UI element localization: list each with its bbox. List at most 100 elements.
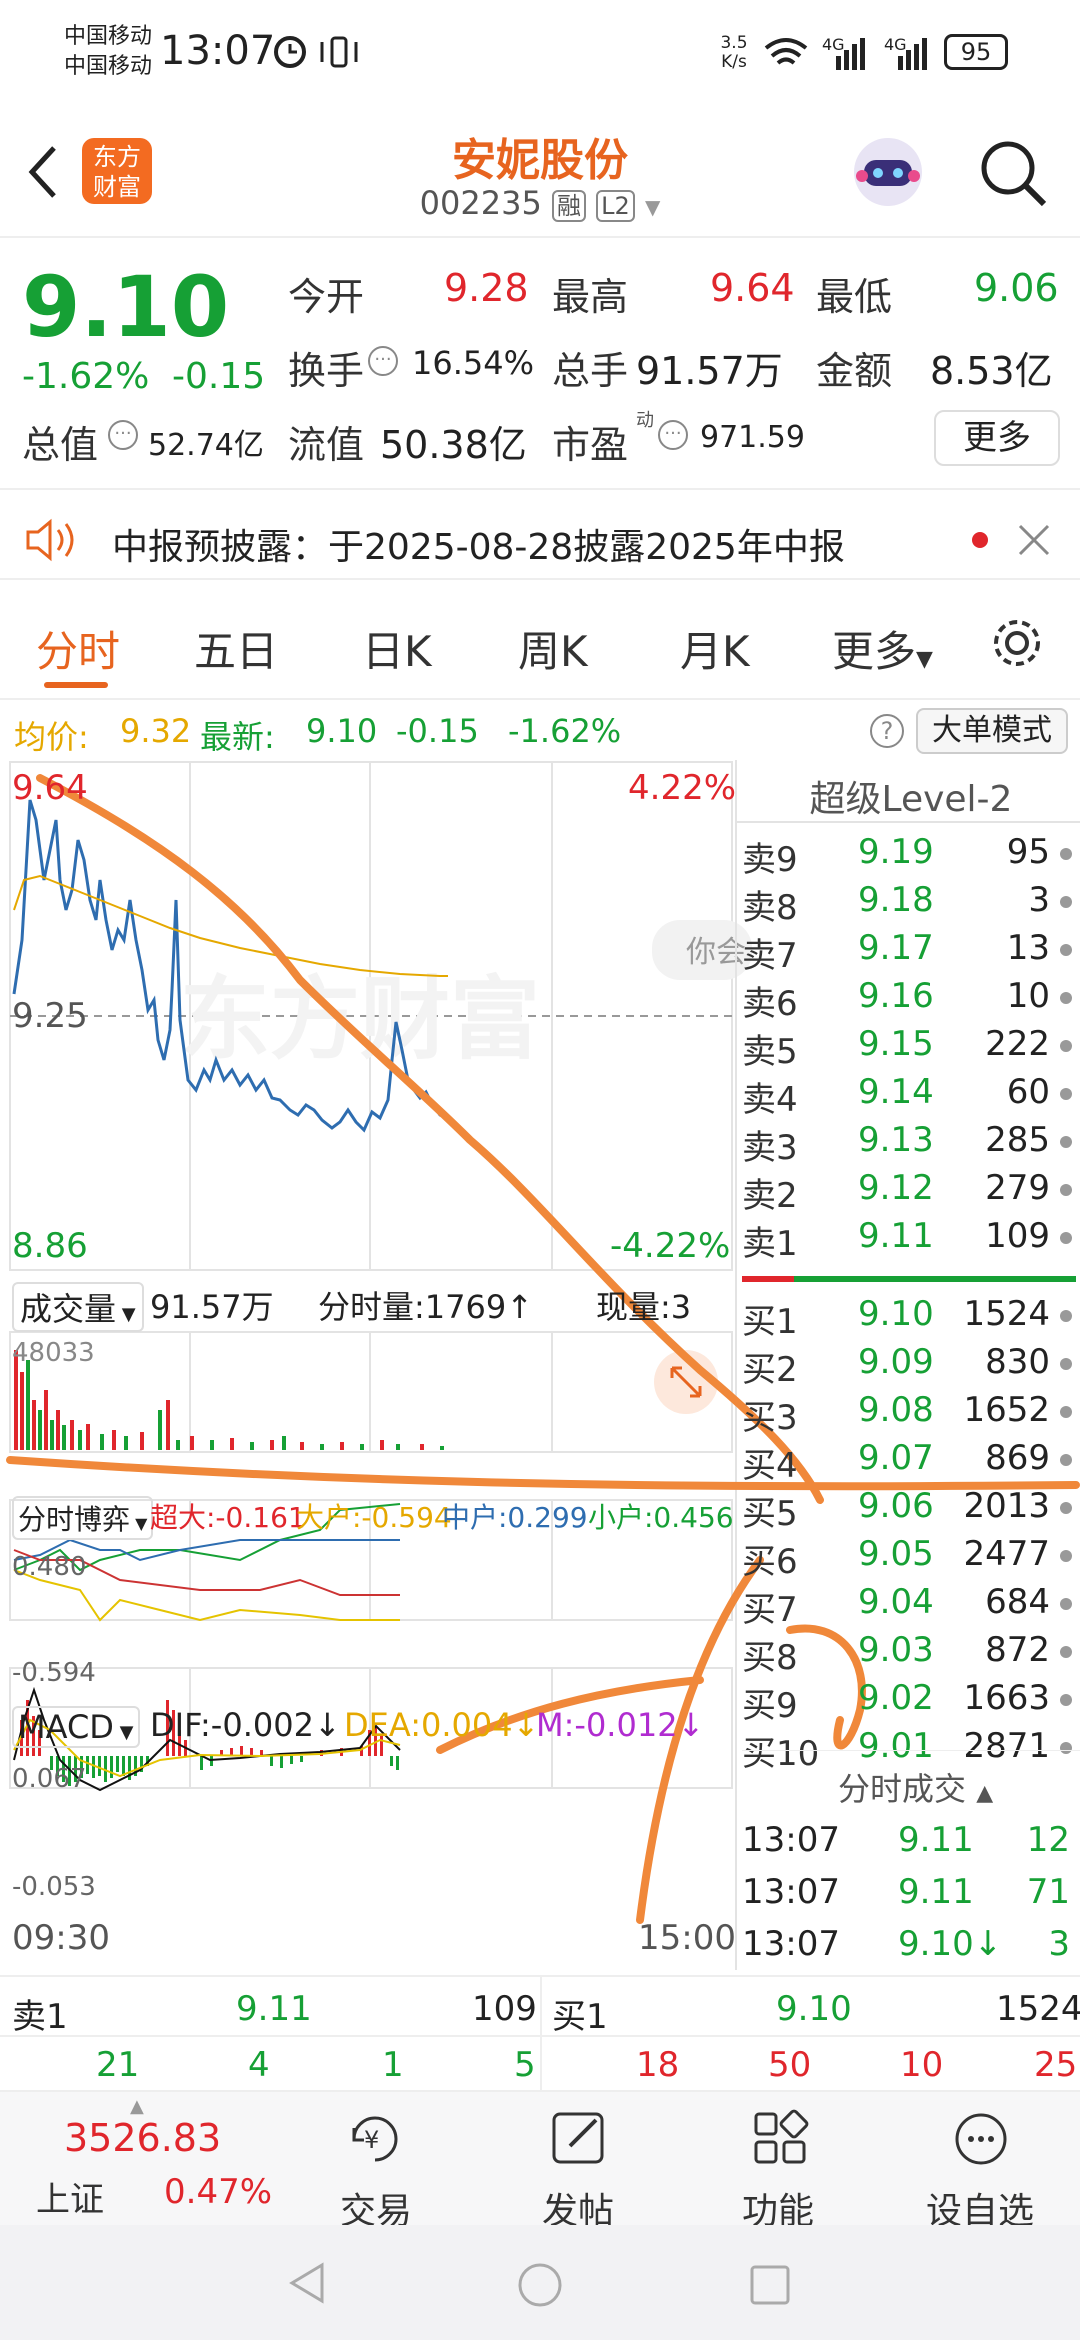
tab-daily-k[interactable]: 日K (362, 618, 432, 679)
game-top-label: 0.480 (12, 1552, 87, 1582)
order-book-row[interactable]: 买2 9.09 830 (742, 1342, 1080, 1390)
order-book-row[interactable]: 卖3 9.13 285 (742, 1120, 1080, 1168)
info-dots-icon[interactable]: ··· (108, 420, 138, 450)
order-dot (1060, 1742, 1072, 1754)
order-book-row[interactable]: 卖4 9.14 60 (742, 1072, 1080, 1120)
order-book-row[interactable]: 买1 9.10 1524 (742, 1294, 1080, 1342)
trades-title[interactable]: 分时成交 ▲ (838, 1764, 993, 1810)
add-watchlist-icon[interactable] (948, 2106, 1014, 2172)
tab-five-day[interactable]: 五日 (194, 618, 278, 679)
function-grid-icon[interactable] (748, 2106, 814, 2172)
order-price: 9.05 (858, 1534, 934, 1574)
order-price: 9.11 (858, 1216, 934, 1256)
price-line (12, 799, 449, 1133)
big-order-mode-button[interactable]: 大单模式 (916, 708, 1068, 754)
order-volume: 109 (985, 1216, 1050, 1256)
macd-selector[interactable]: MACD ▼ (12, 1706, 140, 1748)
trade-price: 9.11 (898, 1820, 974, 1860)
latest-value: 9.10 (306, 712, 378, 750)
status-time: 13:07 (160, 28, 276, 74)
order-price: 9.10 (858, 1294, 934, 1334)
bottom-quote-bar: 卖1 9.11 109 买1 9.10 1524 21 4 1 5 18 50 … (0, 1975, 1080, 2092)
macd-header: MACD ▼ DIF:-0.002↓ DEA:0.004↓ M:-0.012↓ (0, 1700, 736, 1750)
order-book-row[interactable]: 卖7 9.17 13 (742, 928, 1080, 976)
system-nav (0, 2225, 1080, 2340)
trade-yen-icon[interactable]: ¥ (342, 2106, 408, 2172)
info-dots-icon[interactable]: ··· (658, 420, 688, 450)
trade-volume: 12 (1026, 1820, 1070, 1860)
order-volume: 10 (1006, 976, 1050, 1016)
game-selector[interactable]: 分时博弈 ▼ (12, 1496, 154, 1540)
g1-0: 21 (96, 2045, 140, 2085)
order-book-row[interactable]: 买6 9.05 2477 (742, 1534, 1080, 1582)
level2-title[interactable]: 超级Level-2 (742, 770, 1080, 822)
tab-monthly-k[interactable]: 月K (680, 618, 750, 679)
order-dot (1060, 1184, 1072, 1196)
close-icon[interactable] (1016, 522, 1052, 558)
level2-badge: L2 (596, 190, 635, 222)
high-label: 最高 (552, 275, 629, 319)
tab-weekly-k[interactable]: 周K (518, 618, 588, 679)
order-book-row[interactable]: 买7 9.04 684 (742, 1582, 1080, 1630)
time-start-label: 09:30 (12, 1918, 110, 1958)
order-book-row[interactable]: 卖1 9.11 109 (742, 1216, 1080, 1264)
home-circle-icon[interactable] (516, 2261, 564, 2309)
order-volume: 872 (985, 1630, 1050, 1670)
tab-more[interactable]: 更多▼ (832, 618, 933, 679)
recents-square-icon[interactable] (748, 2263, 792, 2307)
help-icon[interactable]: ? (870, 714, 904, 748)
macd-m: M:-0.012↓ (536, 1706, 705, 1744)
g1-1: 4 (248, 2045, 270, 2085)
ask-bid-split-red (742, 1276, 794, 1282)
order-book-row[interactable]: 卖5 9.15 222 (742, 1024, 1080, 1072)
price-info-bar: 均价: 9.32 最新: 9.10 -0.15 -1.62% ? 大单模式 (0, 702, 1080, 762)
order-book-row[interactable]: 买5 9.06 2013 (742, 1486, 1080, 1534)
margin-badge: 融 (551, 190, 586, 222)
game-bottom-label: -0.594 (12, 1658, 96, 1688)
order-label: 卖8 (742, 888, 798, 928)
game-mid: 中户:0.299 (442, 1501, 588, 1534)
volume-value: 91.57万 (636, 349, 783, 393)
index-pct: 0.47% (164, 2172, 273, 2212)
order-label: 买7 (742, 1590, 798, 1630)
trade-row: 13:07 9.11 71 (742, 1872, 1080, 1920)
order-book-row[interactable]: 买9 9.02 1663 (742, 1678, 1080, 1726)
volume-selector[interactable]: 成交量 ▼ (12, 1282, 144, 1332)
order-volume: 2013 (963, 1486, 1050, 1526)
order-dot (1060, 1694, 1072, 1706)
macd-dea: DEA:0.004↓ (344, 1706, 540, 1744)
order-book-row[interactable]: 买3 9.08 1652 (742, 1390, 1080, 1438)
order-book-row[interactable]: 卖6 9.16 10 (742, 976, 1080, 1024)
order-volume: 1652 (963, 1390, 1050, 1430)
order-book-row[interactable]: 买8 9.03 872 (742, 1630, 1080, 1678)
info-dots-icon[interactable]: ··· (368, 346, 398, 376)
tab-intraday[interactable]: 分时 (36, 618, 120, 679)
order-price: 9.18 (858, 880, 934, 920)
trade-volume: 3 (1048, 1924, 1070, 1964)
order-dot (1060, 1040, 1072, 1052)
order-book-row[interactable]: 卖8 9.18 3 (742, 880, 1080, 928)
order-book-row[interactable]: 买4 9.07 869 (742, 1438, 1080, 1486)
robot-assistant-icon[interactable] (848, 132, 928, 212)
order-price: 9.15 (858, 1024, 934, 1064)
index-value[interactable]: 3526.83 (64, 2116, 221, 2160)
amount-label: 金额 (816, 349, 893, 393)
chart-low-pct: -4.22% (610, 1226, 731, 1266)
order-volume: 2871 (963, 1726, 1050, 1766)
order-book-row[interactable]: 卖9 9.19 95 (742, 832, 1080, 880)
settings-gear-icon[interactable] (990, 616, 1044, 670)
speaker-icon (26, 518, 74, 562)
notice-bar[interactable]: 中报预披露：于2025-08-28披露2025年中报 (0, 500, 1080, 580)
order-book-row[interactable]: 卖2 9.12 279 (742, 1168, 1080, 1216)
volume-label: 总手 (552, 349, 629, 393)
tab-indicator (44, 682, 108, 688)
order-price: 9.02 (858, 1678, 934, 1718)
mcap-value: 52.74亿 (148, 428, 264, 463)
back-triangle-icon[interactable] (286, 2261, 330, 2305)
post-edit-icon[interactable] (546, 2106, 612, 2172)
more-button[interactable]: 更多 (934, 410, 1060, 466)
order-label: 卖9 (742, 840, 798, 880)
chevron-down-icon: ▼ (644, 195, 661, 219)
search-icon[interactable] (976, 136, 1052, 212)
index-name: 上证 (36, 2180, 104, 2220)
